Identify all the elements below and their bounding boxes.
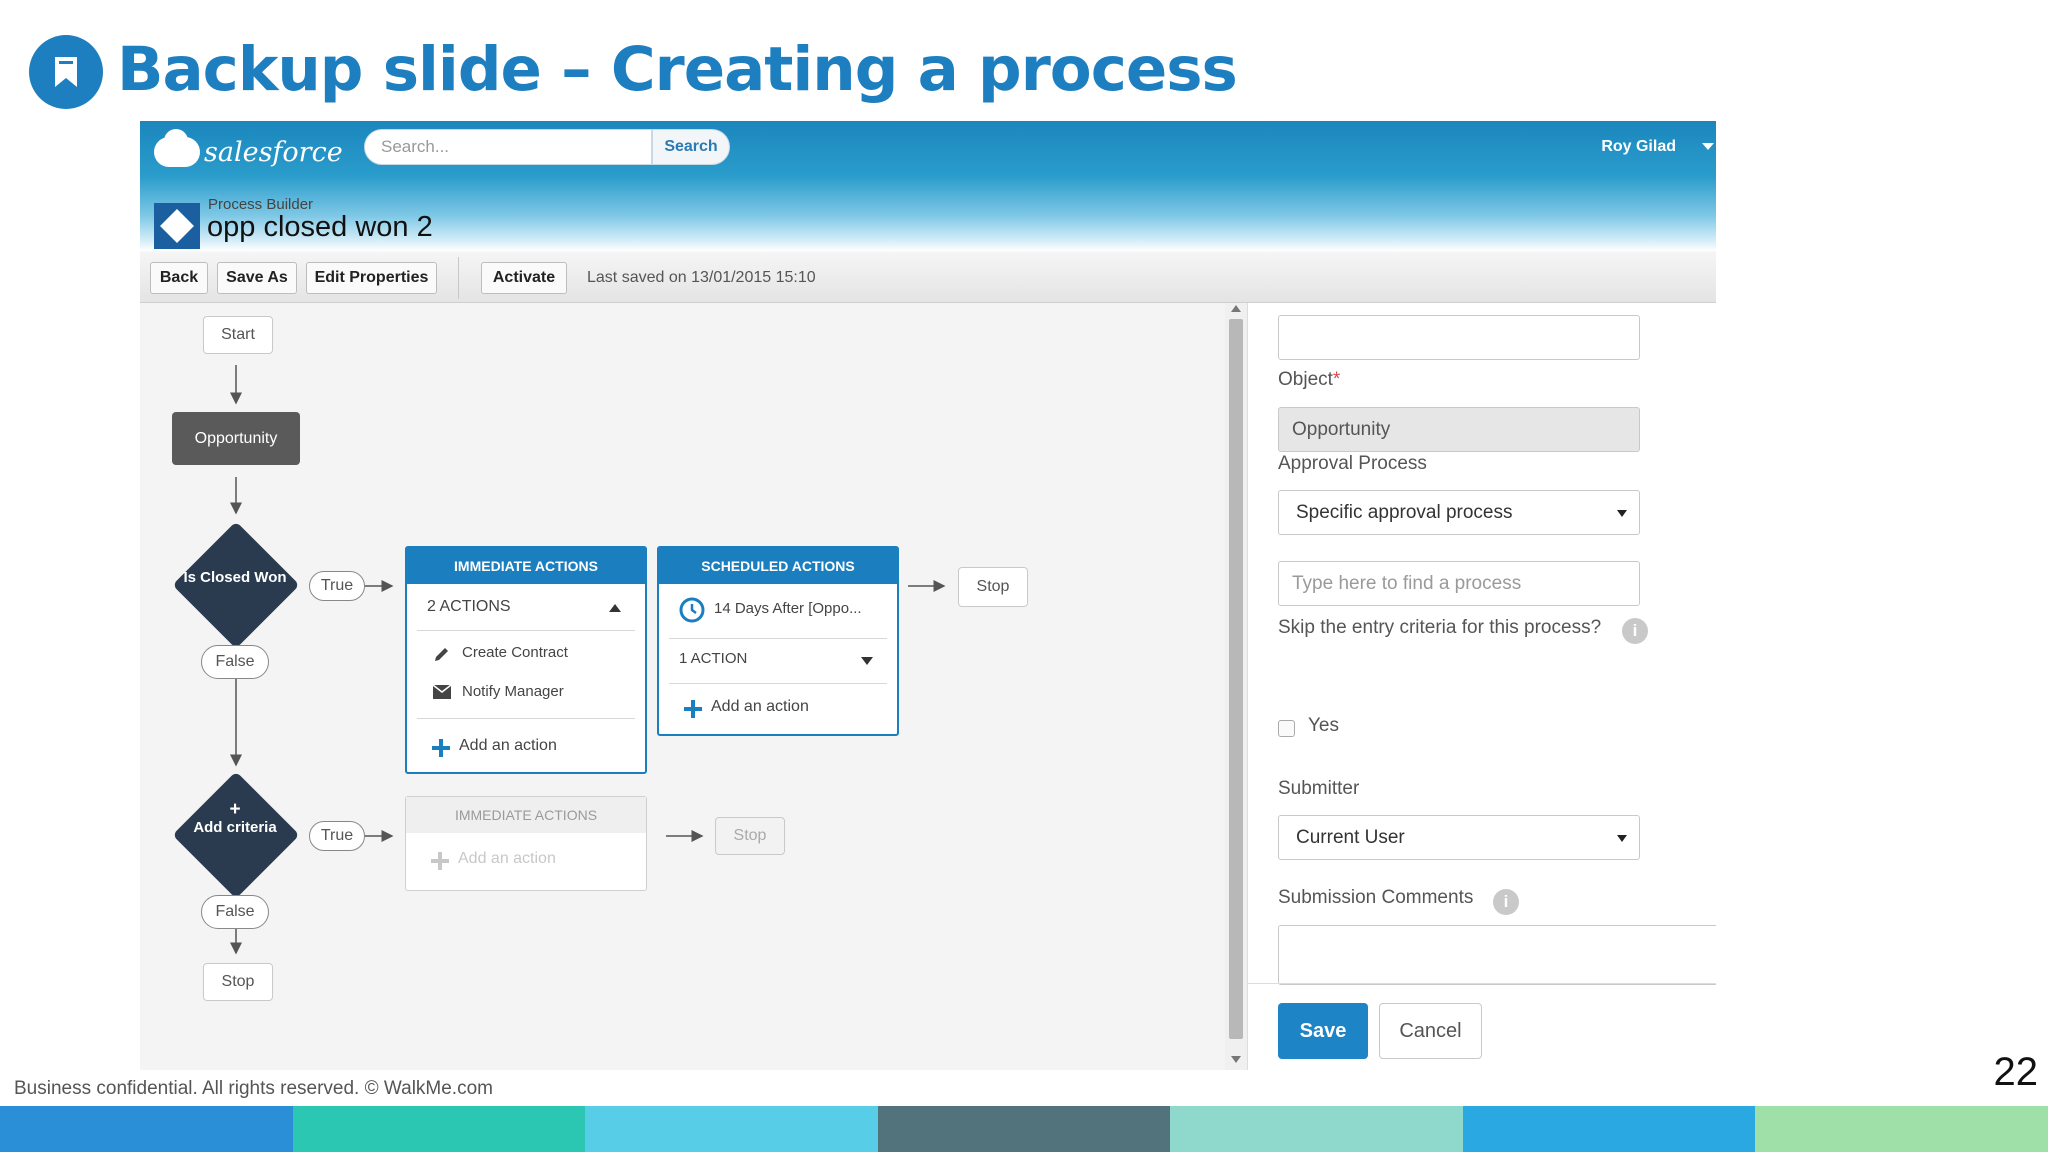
scroll-up-arrow[interactable] [1231, 305, 1241, 312]
chevron-down-icon [1617, 835, 1627, 842]
immediate-actions-count[interactable]: 2 ACTIONS [427, 598, 511, 616]
submission-comments-label: Submission Comments [1278, 887, 1474, 908]
properties-panel: Object* Opportunity Approval Process Spe… [1247, 303, 1716, 1070]
info-icon[interactable]: i [1493, 889, 1519, 915]
footer-text: Business confidential. All rights reserv… [14, 1078, 493, 1099]
last-saved-status: Last saved on 13/01/2015 15:10 [587, 269, 816, 286]
skip-criteria-checkbox[interactable] [1278, 720, 1295, 737]
add-action-link[interactable]: Add an action [458, 850, 556, 868]
salesforce-logo[interactable]: salesforce [154, 129, 343, 175]
scroll-down-arrow[interactable] [1231, 1056, 1241, 1063]
submitter-value: Current User [1296, 827, 1405, 848]
object-label: Object* [1278, 369, 1341, 390]
plus-icon [431, 852, 449, 870]
envelope-icon [433, 685, 451, 699]
process-builder-icon [154, 203, 200, 249]
submission-comments-textarea[interactable] [1278, 925, 1716, 985]
object-node[interactable]: Opportunity [172, 412, 300, 465]
submitter-select[interactable]: Current User [1278, 815, 1640, 860]
scheduled-actions-header: SCHEDULED ACTIONS [659, 548, 897, 584]
bookmark-icon [29, 35, 103, 109]
color-segment [1462, 1106, 1756, 1152]
false-label: False [201, 645, 269, 679]
true-label: True [309, 821, 365, 851]
chevron-down-icon[interactable] [1702, 143, 1714, 150]
toolbar-divider [458, 257, 459, 299]
footer-color-bar [0, 1106, 2048, 1152]
divider [417, 630, 635, 631]
toolbar: Back Save As Edit Properties Activate La… [140, 253, 1716, 303]
color-segment [0, 1106, 293, 1152]
page-number: 22 [1993, 1050, 2039, 1094]
plus-icon [684, 700, 702, 718]
criteria-label-closed-won: Is Closed Won [183, 569, 287, 586]
process-canvas: Start Opportunity Is Closed Won True Fal… [140, 303, 1225, 1070]
start-node[interactable]: Start [203, 316, 273, 354]
skip-criteria-label: Skip the entry criteria for this process… [1278, 617, 1602, 638]
divider [669, 638, 887, 639]
add-criteria-label: Add criteria [193, 819, 277, 836]
color-segment [1755, 1106, 2048, 1152]
pencil-icon [435, 648, 448, 661]
scrollbar-thumb[interactable] [1229, 319, 1243, 1039]
info-icon[interactable]: i [1622, 618, 1648, 644]
clock-icon [679, 597, 705, 623]
edit-properties-button[interactable]: Edit Properties [306, 262, 437, 294]
add-action-link[interactable]: Add an action [711, 698, 809, 716]
plus-icon [432, 739, 450, 757]
yes-label: Yes [1308, 715, 1339, 736]
logo-text: salesforce [204, 137, 343, 168]
chevron-up-icon[interactable] [609, 604, 621, 612]
immediate-actions-header: IMMEDIATE ACTIONS [407, 548, 645, 584]
submitter-label: Submitter [1278, 778, 1360, 799]
action-item-notify-manager[interactable]: Notify Manager [462, 683, 564, 700]
divider [1248, 983, 1716, 984]
save-as-button[interactable]: Save As [217, 262, 297, 294]
activate-button[interactable]: Activate [481, 262, 567, 294]
scheduled-actions-box[interactable]: SCHEDULED ACTIONS 14 Days After [Oppo...… [657, 546, 899, 736]
color-segment [1170, 1106, 1463, 1152]
immediate-actions-box-empty[interactable]: IMMEDIATE ACTIONS Add an action [405, 796, 647, 891]
schedule-time[interactable]: 14 Days After [Oppo... [714, 600, 862, 617]
process-name: opp closed won 2 [207, 211, 433, 243]
stop-node[interactable]: Stop [715, 817, 785, 855]
action-name-field[interactable] [1278, 315, 1640, 360]
approval-process-label: Approval Process [1278, 453, 1427, 474]
cancel-button[interactable]: Cancel [1379, 1003, 1482, 1059]
slide-title: Backup slide – Creating a process [117, 34, 1238, 105]
color-segment [292, 1106, 586, 1152]
user-menu[interactable]: Roy Gilad [1601, 138, 1676, 156]
search-button[interactable]: Search [652, 129, 730, 165]
back-button[interactable]: Back [150, 262, 208, 294]
false-label: False [201, 895, 269, 929]
approval-process-select[interactable]: Specific approval process [1278, 490, 1640, 535]
object-field: Opportunity [1278, 407, 1640, 452]
salesforce-screenshot: salesforce Search... Search Roy Gilad Pr… [140, 121, 1716, 1070]
save-button[interactable]: Save [1278, 1003, 1368, 1059]
divider [669, 683, 887, 684]
color-segment [585, 1106, 878, 1152]
immediate-actions-box[interactable]: IMMEDIATE ACTIONS 2 ACTIONS Create Contr… [405, 546, 647, 774]
object-label-text: Object [1278, 369, 1333, 390]
approval-process-value: Specific approval process [1296, 502, 1513, 523]
true-label: True [309, 571, 365, 601]
plus-icon: + [229, 799, 241, 820]
action-item-create-contract[interactable]: Create Contract [462, 644, 568, 661]
salesforce-header: salesforce Search... Search Roy Gilad Pr… [140, 121, 1716, 251]
chevron-down-icon [1617, 510, 1627, 517]
find-process-input[interactable]: Type here to find a process [1278, 561, 1640, 606]
scheduled-actions-count[interactable]: 1 ACTION [679, 650, 747, 667]
add-action-link[interactable]: Add an action [459, 737, 557, 755]
search-input[interactable]: Search... [364, 129, 652, 165]
stop-node[interactable]: Stop [203, 963, 273, 1001]
color-segment [877, 1106, 1171, 1152]
cloud-icon [154, 129, 200, 167]
chevron-down-icon[interactable] [861, 657, 873, 665]
stop-node[interactable]: Stop [958, 567, 1028, 607]
divider [417, 718, 635, 719]
immediate-actions-header: IMMEDIATE ACTIONS [406, 797, 646, 833]
